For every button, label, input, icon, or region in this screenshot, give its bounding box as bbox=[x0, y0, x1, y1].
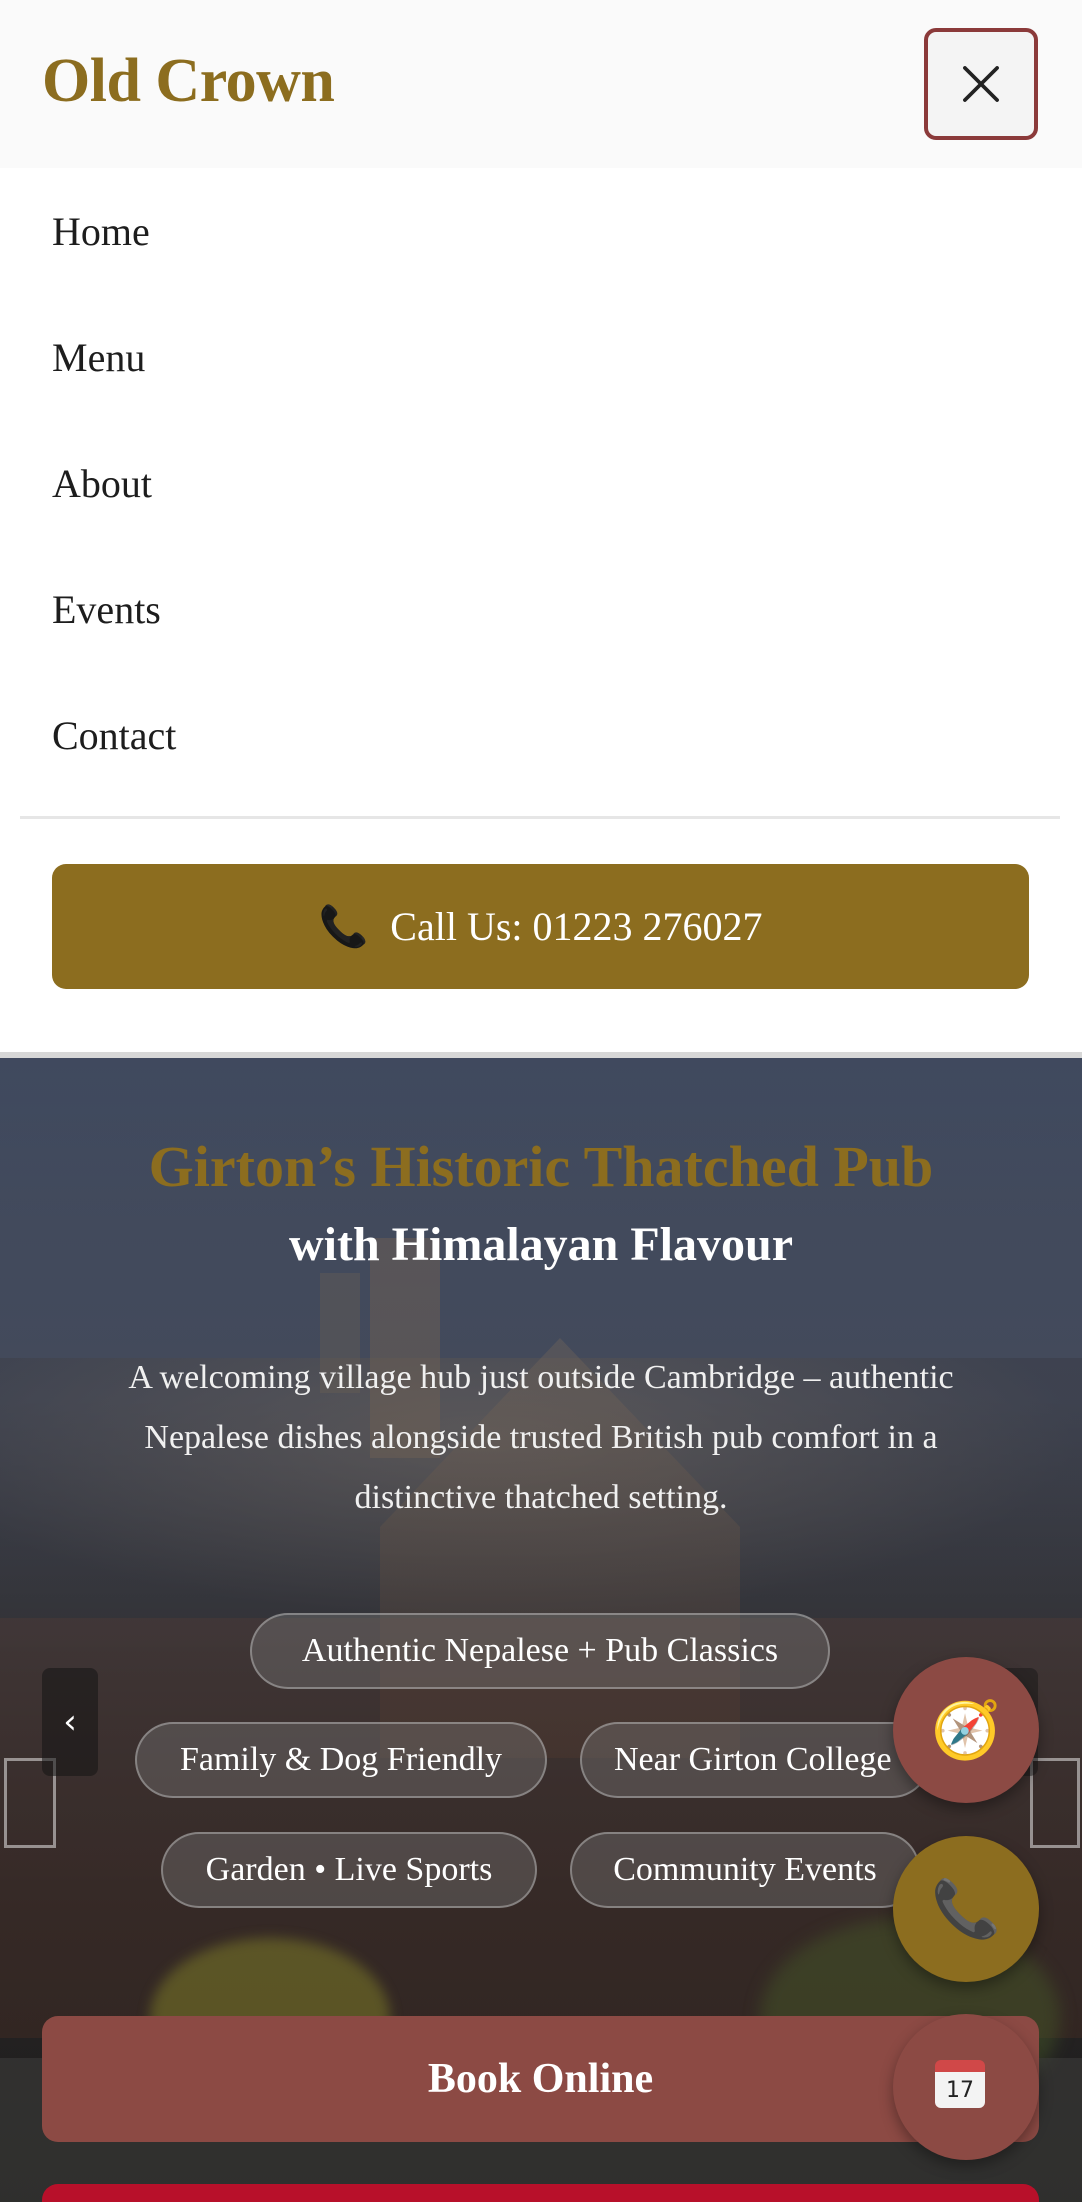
book-online-button[interactable]: Book Online bbox=[42, 2016, 1039, 2142]
calendar-icon: 17 bbox=[935, 2060, 985, 2108]
chevron-left-icon: ‹ bbox=[63, 1702, 77, 1742]
mobile-nav-menu: Home Menu About Events Contact bbox=[0, 168, 1082, 798]
call-us-label: Call Us: 01223 276027 bbox=[390, 904, 763, 949]
nav-item-home[interactable]: Home bbox=[0, 168, 1082, 294]
feature-pill: Authentic Nepalese + Pub Classics bbox=[250, 1613, 830, 1689]
feature-pill: Garden • Live Sports bbox=[161, 1832, 537, 1908]
phone-icon: 📞 bbox=[931, 1877, 1001, 1942]
call-us-button[interactable]: 📞 Call Us: 01223 276027 bbox=[52, 864, 1029, 989]
brand-logo[interactable]: Old Crown bbox=[42, 46, 335, 117]
nav-item-about[interactable]: About bbox=[0, 420, 1082, 546]
directions-fab[interactable]: 🧭 bbox=[893, 1657, 1039, 1803]
call-fab[interactable]: 📞 bbox=[893, 1836, 1039, 1982]
hero-description: A welcoming village hub just outside Cam… bbox=[128, 1359, 954, 1516]
bottom-red-button[interactable] bbox=[42, 2184, 1039, 2202]
site-header: Old Crown bbox=[0, 0, 1082, 168]
close-menu-button[interactable] bbox=[924, 28, 1038, 140]
feature-pill: Community Events bbox=[570, 1832, 920, 1908]
carousel-prev-button[interactable]: ‹ bbox=[42, 1668, 98, 1776]
hero-title: Girton’s Historic Thatched Pub bbox=[148, 1134, 934, 1199]
nav-item-contact[interactable]: Contact bbox=[0, 672, 1082, 798]
hero-window-right bbox=[1030, 1758, 1080, 1848]
nav-item-menu[interactable]: Menu bbox=[0, 294, 1082, 420]
compass-icon: 🧭 bbox=[931, 1698, 1001, 1763]
nav-item-events[interactable]: Events bbox=[0, 546, 1082, 672]
close-icon bbox=[963, 66, 999, 102]
feature-pill: Near Girton College bbox=[580, 1722, 930, 1798]
hero-subtitle: with Himalayan Flavour bbox=[288, 1218, 794, 1271]
phone-icon: 📞 bbox=[318, 904, 369, 949]
feature-pill: Family & Dog Friendly bbox=[135, 1722, 547, 1798]
nav-divider bbox=[20, 816, 1060, 819]
